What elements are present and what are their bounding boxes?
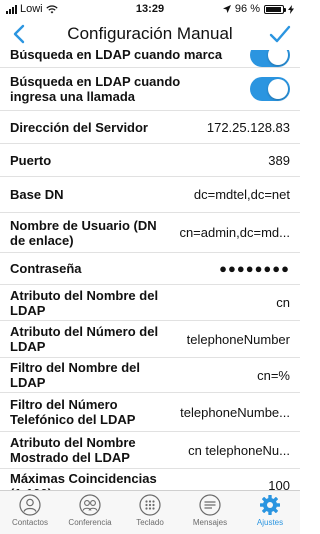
messages-icon — [199, 494, 221, 516]
row-password[interactable]: Contraseña ●●●●●●●● — [0, 253, 300, 285]
ldap-search-dial-toggle[interactable] — [250, 50, 290, 67]
navigation-bar: Configuración Manual — [0, 18, 300, 50]
row-ldap-name-attribute[interactable]: Atributo del Nombre del LDAP cn — [0, 285, 300, 321]
conference-icon — [79, 494, 101, 516]
row-label: Búsqueda en LDAP cuando ingresa una llam… — [10, 74, 181, 104]
page-title: Configuración Manual — [67, 24, 233, 43]
tab-keypad[interactable]: Teclado — [120, 491, 180, 534]
tab-messages[interactable]: Mensajes — [180, 491, 240, 534]
ldap-name-filter-value: cn=% — [257, 367, 290, 383]
location-arrow-icon — [222, 5, 231, 13]
toggle-knob — [268, 79, 288, 99]
status-left: Lowi — [6, 3, 116, 15]
keypad-icon — [139, 494, 161, 516]
row-label: Atributo del Número del LDAP — [10, 324, 159, 354]
row-port[interactable]: Puerto 389 — [0, 144, 300, 177]
row-label: Base DN — [10, 187, 64, 202]
row-label: Búsqueda en LDAP cuando marca — [10, 50, 223, 62]
tab-label: Ajustes — [256, 518, 284, 527]
status-time: 13:29 — [135, 3, 165, 15]
row-ldap-name-filter[interactable]: Filtro del Nombre del LDAP cn=% — [0, 358, 300, 393]
ldap-phone-filter-value: telephoneNumbe... — [180, 404, 290, 420]
row-label: Puerto — [10, 152, 52, 168]
battery-percent: 96 % — [234, 3, 260, 15]
contacts-icon — [19, 494, 41, 516]
tab-contacts[interactable]: Contactos — [0, 491, 60, 534]
tab-settings[interactable]: Ajustes — [240, 491, 300, 534]
bind-username-value: cn=admin,dc=md... — [179, 225, 290, 240]
battery-icon — [264, 4, 286, 14]
row-label: Filtro del Nombre del LDAP — [10, 360, 141, 390]
settings-list: Búsqueda en LDAP cuando marca Búsqueda e… — [0, 50, 300, 490]
ldap-number-attribute-value: telephoneNumber — [186, 331, 290, 347]
row-label: Atributo del Nombre del LDAP — [10, 287, 159, 318]
tab-label: Mensajes — [192, 518, 228, 527]
row-ldap-display-name-attribute[interactable]: Atributo del Nombre Mostrado del LDAP cn… — [0, 432, 300, 469]
row-label: Contraseña — [10, 261, 82, 276]
row-server-address[interactable]: Dirección del Servidor 172.25.128.83 — [0, 111, 300, 144]
row-ldap-number-attribute[interactable]: Atributo del Número del LDAP telephoneNu… — [0, 321, 300, 358]
base-dn-value: dc=mdtel,dc=net — [193, 187, 290, 202]
ldap-search-incoming-toggle[interactable] — [250, 77, 290, 101]
status-right: 96 % — [184, 3, 294, 15]
checkmark-icon — [269, 25, 291, 43]
chevron-left-icon — [13, 24, 25, 44]
row-label: Dirección del Servidor — [10, 119, 148, 135]
charging-bolt-icon — [288, 4, 294, 14]
row-label: Filtro del Número Telefónico del LDAP — [10, 397, 136, 427]
row-ldap-search-on-incoming: Búsqueda en LDAP cuando ingresa una llam… — [0, 68, 300, 111]
max-matches-value: 100 — [268, 478, 290, 490]
wifi-icon — [45, 4, 58, 13]
toggle-knob — [268, 50, 288, 65]
tab-label: Conferencia — [68, 518, 112, 527]
row-label: Nombre de Usuario (DN de enlace) — [10, 217, 157, 248]
settings-gear-icon — [260, 495, 280, 515]
row-base-dn[interactable]: Base DN dc=mdtel,dc=net — [0, 177, 300, 213]
tab-label: Teclado — [136, 518, 164, 527]
tab-conference[interactable]: Conferencia — [60, 491, 120, 534]
row-label: Atributo del Nombre Mostrado del LDAP — [10, 435, 136, 465]
row-max-matches[interactable]: Máximas Coincidencias (1-100) 100 — [0, 469, 300, 491]
save-button[interactable] — [268, 22, 292, 46]
ldap-display-name-attribute-value: cn telephoneNu... — [188, 442, 290, 458]
tab-label: Contactos — [11, 518, 49, 527]
port-value: 389 — [268, 152, 290, 168]
status-bar: Lowi 13:29 96 % — [0, 0, 300, 18]
password-value: ●●●●●●●● — [219, 261, 290, 276]
ldap-name-attribute-value: cn — [276, 295, 290, 310]
tab-bar: Contactos Conferencia Teclado Mensajes A… — [0, 490, 300, 534]
row-bind-username[interactable]: Nombre de Usuario (DN de enlace) cn=admi… — [0, 213, 300, 253]
back-button[interactable] — [8, 22, 32, 46]
row-ldap-phone-filter[interactable]: Filtro del Número Telefónico del LDAP te… — [0, 393, 300, 432]
server-address-value: 172.25.128.83 — [206, 119, 290, 135]
row-label: Máximas Coincidencias (1-100) — [10, 470, 157, 491]
signal-strength-icon — [6, 4, 17, 14]
row-ldap-search-on-dial: Búsqueda en LDAP cuando marca — [0, 50, 300, 68]
carrier-name: Lowi — [20, 3, 43, 15]
